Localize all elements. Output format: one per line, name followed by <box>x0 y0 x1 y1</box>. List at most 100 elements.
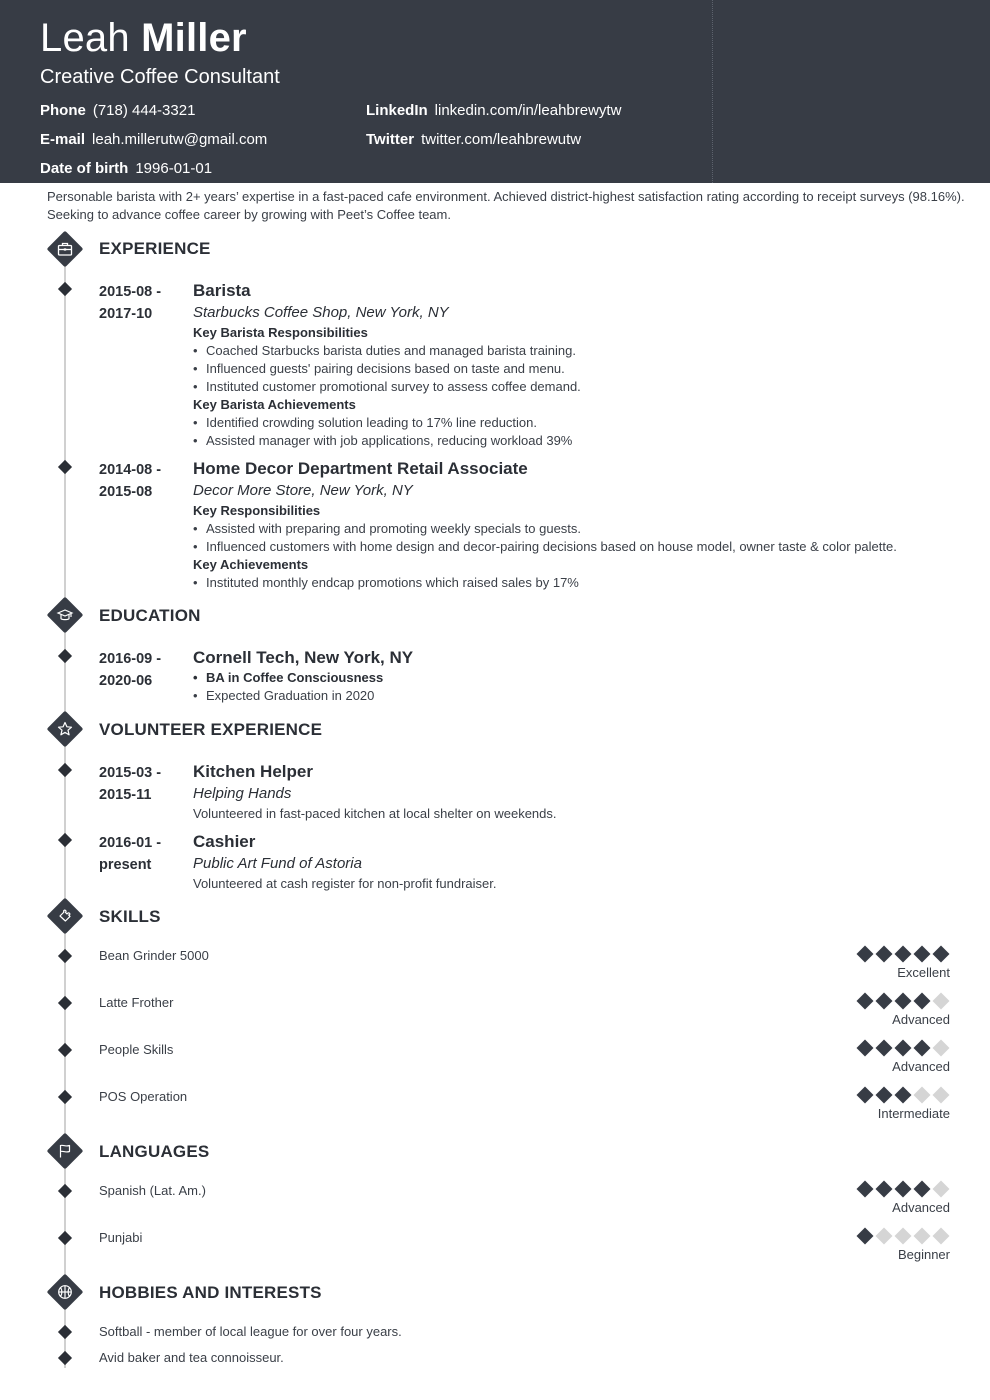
rating-dot-empty <box>932 1086 950 1104</box>
rating-dot-filled <box>856 1227 874 1245</box>
last-name: Miller <box>141 16 247 60</box>
bullet-item: Instituted monthly endcap promotions whi… <box>193 574 953 592</box>
language-name: Spanish (Lat. Am.) <box>99 1183 206 1198</box>
date-end: 2015-11 <box>99 787 152 803</box>
contact-twitter: Twitter twitter.com/leahbrewutw <box>366 130 581 150</box>
rating-dots <box>850 1180 950 1198</box>
skill-name: Latte Frother <box>99 995 174 1010</box>
rating-dot-empty <box>932 992 950 1010</box>
timeline-dot <box>57 1042 73 1058</box>
volunteer-entry: Kitchen Helper Helping Hands Volunteered… <box>193 761 953 823</box>
graduation-cap-icon <box>46 596 84 634</box>
resume-header: Leah Miller Creative Coffee Consultant P… <box>0 0 990 183</box>
volunteer-role: Kitchen Helper <box>193 762 313 781</box>
timeline-dot <box>57 1230 73 1246</box>
linkedin-value[interactable]: linkedin.com/in/leahbrewytw <box>435 102 622 119</box>
timeline-dot <box>57 648 73 664</box>
contact-label: Date of birth <box>40 160 129 177</box>
timeline-dot <box>57 762 73 778</box>
contact-label: Phone <box>40 102 86 119</box>
rating-dot-filled <box>894 1180 912 1198</box>
email-value[interactable]: leah.millerutw@gmail.com <box>92 131 267 148</box>
rating-dot-empty <box>932 1227 950 1245</box>
rating-dot-filled <box>875 1086 893 1104</box>
phone-value[interactable]: (718) 444-3321 <box>93 102 196 119</box>
timeline-dot <box>57 832 73 848</box>
date-start: 2015-03 - <box>99 765 162 781</box>
entry-date: 2015-08 - 2017-10 <box>99 281 161 325</box>
rating-dot-filled <box>913 945 931 963</box>
section-title-hobbies: HOBBIES AND INTERESTS <box>99 1283 322 1302</box>
school-name: Cornell Tech, New York, NY <box>193 648 414 667</box>
rating-dot-empty <box>913 1227 931 1245</box>
rating-dot-filled <box>875 992 893 1010</box>
rating-dot-filled <box>856 945 874 963</box>
rating-dot-filled <box>875 1039 893 1057</box>
section-title-skills: SKILLS <box>99 907 161 926</box>
briefcase-icon <box>46 230 84 268</box>
timeline-dot <box>57 948 73 964</box>
entry-date: 2014-08 - 2015-08 <box>99 459 161 503</box>
rating-dots <box>850 945 950 963</box>
entry-date: 2016-01 - present <box>99 832 161 876</box>
employer: Decor More Store, New York, NY <box>193 482 413 499</box>
contact-label: LinkedIn <box>366 102 428 119</box>
bullet-item: Identified crowding solution leading to … <box>193 414 953 432</box>
job-role: Barista <box>193 281 251 300</box>
rating-dot-filled <box>856 1180 874 1198</box>
date-end: present <box>99 857 152 873</box>
basketball-icon <box>46 1273 84 1311</box>
rating-dot-filled <box>875 1180 893 1198</box>
timeline-dot <box>57 995 73 1011</box>
hobby-item: Avid baker and tea connoisseur. <box>99 1350 284 1365</box>
organization: Public Art Fund of Astoria <box>193 855 362 872</box>
rating-dots <box>850 1086 950 1104</box>
rating-dot-filled <box>913 1180 931 1198</box>
rating-dot-empty <box>913 1086 931 1104</box>
skill-rating: Intermediate <box>850 1086 950 1123</box>
date-start: 2016-01 - <box>99 835 162 851</box>
timeline-dot <box>57 1089 73 1105</box>
entry-date: 2015-03 - 2015-11 <box>99 762 161 806</box>
bullet-list: BA in Coffee Consciousness Expected Grad… <box>193 669 953 705</box>
date-end: 2020-06 <box>99 673 153 689</box>
hobby-item: Softball - member of local league for ov… <box>99 1324 402 1339</box>
rating-dot-filled <box>894 992 912 1010</box>
puzzle-piece-icon <box>46 897 84 935</box>
bullet-item: Expected Graduation in 2020 <box>193 687 953 705</box>
skill-name: POS Operation <box>99 1089 188 1104</box>
education-entry: Cornell Tech, New York, NY BA in Coffee … <box>193 647 953 705</box>
job-role: Home Decor Department Retail Associate <box>193 459 528 478</box>
contact-linkedin: LinkedIn linkedin.com/in/leahbrewytw <box>366 101 621 121</box>
contact-label: E-mail <box>40 131 86 148</box>
rating-label: Beginner <box>897 1247 950 1262</box>
timeline-line <box>64 248 66 1368</box>
experience-entry: Barista Starbucks Coffee Shop, New York,… <box>193 280 953 450</box>
contact-phone: Phone (718) 444-3321 <box>40 101 195 121</box>
section-title-languages: LANGUAGES <box>99 1142 210 1161</box>
language-name: Punjabi <box>99 1230 143 1245</box>
first-name: Leah <box>40 16 130 60</box>
skill-rating: Advanced <box>850 992 950 1029</box>
volunteer-role: Cashier <box>193 832 256 851</box>
skill-name: People Skills <box>99 1042 174 1057</box>
skill-rating: Excellent <box>850 945 950 982</box>
section-title-experience: EXPERIENCE <box>99 239 211 258</box>
bullet-item: Coached Starbucks barista duties and man… <box>193 342 953 360</box>
twitter-value[interactable]: twitter.com/leahbrewutw <box>421 131 581 148</box>
section-title-education: EDUCATION <box>99 606 201 625</box>
entry-date: 2016-09 - 2020-06 <box>99 648 161 692</box>
rating-dot-filled <box>894 945 912 963</box>
section-title-volunteer: VOLUNTEER EXPERIENCE <box>99 720 323 739</box>
rating-dot-empty <box>894 1227 912 1245</box>
flag-icon <box>46 1132 84 1170</box>
bullet-list: Assisted with preparing and promoting we… <box>193 520 953 556</box>
timeline-dot <box>57 1183 73 1199</box>
employer: Starbucks Coffee Shop, New York, NY <box>193 304 449 321</box>
profile-summary: Personable barista with 2+ years’ expert… <box>47 189 965 222</box>
bullet-item: Instituted customer promotional survey t… <box>193 378 953 396</box>
rating-dot-empty <box>932 1039 950 1057</box>
timeline-dot <box>57 459 73 475</box>
date-start: 2016-09 - <box>99 651 162 667</box>
bullet-list: Coached Starbucks barista duties and man… <box>193 342 953 396</box>
